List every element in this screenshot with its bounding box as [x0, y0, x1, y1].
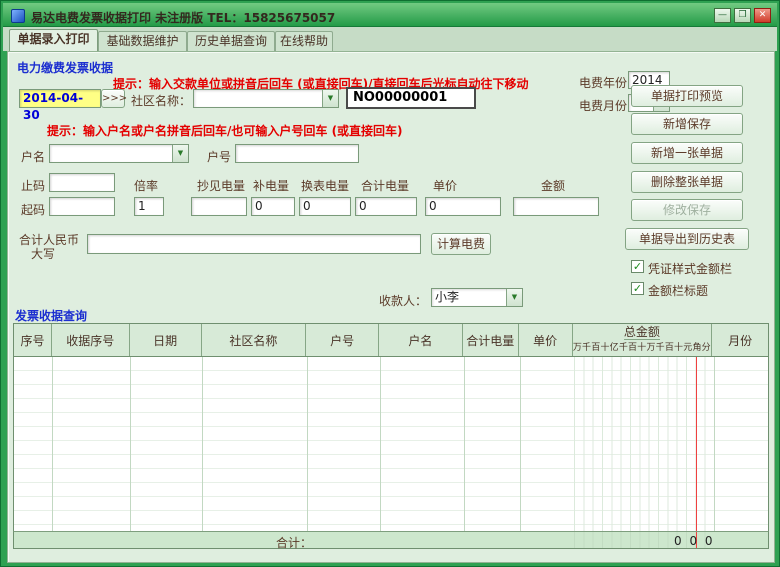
header-total-usage[interactable]: 合计电量	[463, 324, 519, 356]
header-unit-price[interactable]: 单价	[519, 324, 573, 356]
save-new-button[interactable]: 新增保存	[631, 113, 743, 135]
voucher-style-checkbox[interactable]: ✓	[631, 260, 644, 273]
accounting-red-line	[696, 357, 697, 531]
chevron-down-icon[interactable]: ▼	[172, 145, 188, 162]
receipt-number-field[interactable]: NO00000001	[346, 87, 476, 109]
community-label: 社区名称：	[131, 92, 191, 109]
header-seq[interactable]: 序号	[14, 324, 52, 356]
tab-entry-print[interactable]: 单据录入打印	[9, 29, 98, 51]
meter-usage-input[interactable]	[191, 197, 247, 216]
query-table-body[interactable]	[13, 357, 769, 531]
close-button[interactable]: ✕	[754, 8, 771, 23]
hint-middle: 提示：输入户名或户名拼音后回车/也可输入户号回车 (或直接回车)	[47, 122, 403, 139]
rate-input[interactable]: 1	[134, 197, 164, 216]
tab-history-query[interactable]: 历史单据查询	[187, 31, 275, 51]
tab-online-help[interactable]: 在线帮助	[275, 31, 333, 51]
account-input[interactable]	[235, 144, 359, 163]
column-divider	[380, 357, 381, 531]
supplement-input[interactable]: 0	[251, 197, 295, 216]
start-code-label: 起码	[21, 201, 45, 218]
app-window: 易达电费发票收据打印 未注册版 TEL：15825675057 — ❒ ✕ 单据…	[0, 0, 780, 567]
meter-swap-label: 换表电量	[301, 177, 349, 194]
total-usage-label: 合计电量	[361, 177, 409, 194]
chevron-down-icon[interactable]: ▼	[322, 90, 338, 107]
amount-input[interactable]	[513, 197, 599, 216]
year-label: 电费年份	[579, 74, 627, 91]
footer-total-value: 0 0 0	[674, 534, 715, 548]
minimize-button[interactable]: —	[714, 8, 731, 23]
footer-total-label: 合计：	[276, 534, 312, 551]
account-label: 户号	[207, 148, 231, 165]
supplement-label: 补电量	[253, 177, 289, 194]
form-section-title: 电力缴费发票收据	[17, 59, 113, 76]
column-divider	[52, 357, 53, 531]
total-usage-input[interactable]: 0	[355, 197, 417, 216]
name-combobox[interactable]: ▼	[49, 144, 189, 163]
column-divider	[520, 357, 521, 531]
header-total-amount[interactable]: 总金额 万千百十亿千百十万千百十元角分	[573, 324, 713, 356]
community-combobox[interactable]: ▼	[193, 89, 339, 108]
payee-combobox[interactable]: 小李 ▼	[431, 288, 523, 307]
unit-price-label: 单价	[433, 177, 457, 194]
title-bar: 易达电费发票收据打印 未注册版 TEL：15825675057 — ❒ ✕	[3, 3, 777, 27]
voucher-style-checkbox-label: 凭证样式金额栏	[648, 260, 732, 277]
meter-swap-input[interactable]: 0	[299, 197, 351, 216]
payee-label: 收款人：	[379, 292, 427, 309]
column-divider	[130, 357, 131, 531]
header-receipt-no[interactable]: 收据序号	[52, 324, 130, 356]
amount-digit-columns: 万千百十亿千百十万千百十元角分	[573, 340, 711, 356]
query-section-title: 发票收据查询	[15, 307, 87, 324]
total-amount-caption: 总金额	[624, 324, 660, 340]
header-community[interactable]: 社区名称	[202, 324, 307, 356]
chevron-down-icon[interactable]: ▼	[506, 289, 522, 306]
sum-words-label-2: 大写	[31, 245, 55, 262]
date-picker-button[interactable]: >>>	[101, 89, 125, 108]
column-divider	[714, 357, 715, 531]
stop-code-input[interactable]	[49, 173, 115, 192]
print-preview-button[interactable]: 单据打印预览	[631, 85, 743, 107]
save-edit-button: 修改保存	[631, 199, 743, 221]
meter-usage-label: 抄见电量	[197, 177, 245, 194]
column-divider	[464, 357, 465, 531]
unit-price-input[interactable]: 0	[425, 197, 501, 216]
column-divider	[202, 357, 203, 531]
window-title: 易达电费发票收据打印 未注册版 TEL：15825675057	[31, 9, 335, 26]
app-icon	[11, 9, 25, 23]
date-input[interactable]: 2014-04-30	[19, 89, 101, 108]
delete-sheet-button[interactable]: 删除整张单据	[631, 171, 743, 193]
start-code-input[interactable]	[49, 197, 115, 216]
amount-title-checkbox[interactable]: ✓	[631, 282, 644, 295]
month-label: 电费月份	[579, 97, 627, 114]
header-month[interactable]: 月份	[712, 324, 768, 356]
amount-label: 金额	[541, 177, 565, 194]
rate-label: 倍率	[134, 177, 158, 194]
sum-words-input[interactable]	[87, 234, 421, 254]
amount-title-checkbox-label: 金额栏标题	[648, 282, 708, 299]
new-sheet-button[interactable]: 新增一张单据	[631, 142, 743, 164]
header-date[interactable]: 日期	[130, 324, 202, 356]
query-table-footer: 合计： 0 0 0	[13, 531, 769, 549]
tab-base-data[interactable]: 基础数据维护	[98, 31, 187, 51]
combo-value: 小李	[435, 289, 504, 306]
header-name[interactable]: 户名	[379, 324, 463, 356]
name-label: 户名	[21, 148, 45, 165]
amount-digit-gridlines	[574, 357, 714, 531]
query-table-header: 序号 收据序号 日期 社区名称 户号 户名 合计电量 单价 总金额 万千百十亿千…	[13, 323, 769, 357]
calculate-fee-button[interactable]: 计算电费	[431, 233, 491, 255]
stop-code-label: 止码	[21, 177, 45, 194]
export-history-button[interactable]: 单据导出到历史表	[625, 228, 749, 250]
column-divider	[307, 357, 308, 531]
header-account[interactable]: 户号	[306, 324, 379, 356]
maximize-button[interactable]: ❒	[734, 8, 751, 23]
